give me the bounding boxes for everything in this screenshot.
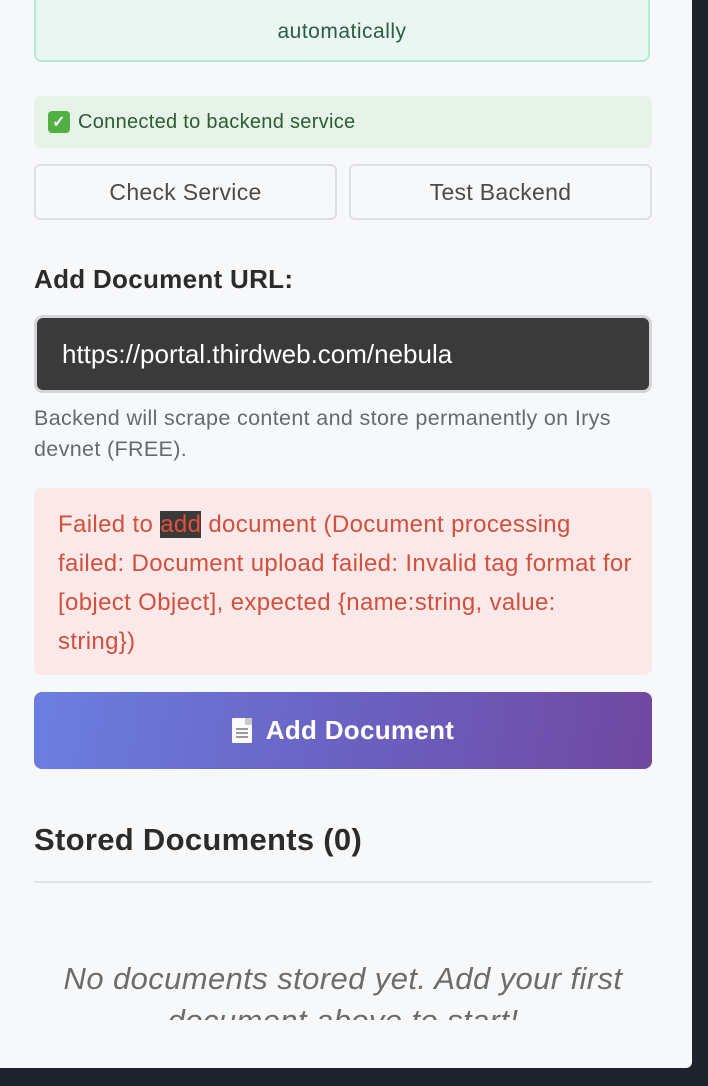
connection-status-text: Connected to backend service [78,110,356,133]
error-text-prefix: Failed to [58,511,161,538]
add-document-label: Add Document [265,715,455,745]
info-box: automatically [34,0,650,62]
section-divider [34,881,652,883]
url-field-label: Add Document URL: [34,264,294,294]
info-box-text: automatically [277,20,407,43]
test-backend-button[interactable]: Test Backend [349,164,652,220]
document-panel: automatically ✓ Connected to backend ser… [0,0,692,1068]
add-document-button[interactable]: Add Document [34,692,652,769]
check-mark-icon: ✓ [48,111,70,133]
check-service-label: Check Service [109,178,262,205]
document-icon [231,718,252,743]
url-hint-text: Backend will scrape content and store pe… [34,406,611,461]
empty-state-text: No documents stored yet. Add your first … [63,961,623,1020]
connection-status: ✓ Connected to backend service [34,96,652,148]
check-service-button[interactable]: Check Service [34,164,337,220]
document-url-input[interactable] [34,315,652,393]
error-message: Failed to add document (Document process… [34,488,652,675]
stored-documents-title: Stored Documents (0) [34,822,363,857]
test-backend-label: Test Backend [429,178,572,205]
error-text-highlight: add [160,511,202,538]
